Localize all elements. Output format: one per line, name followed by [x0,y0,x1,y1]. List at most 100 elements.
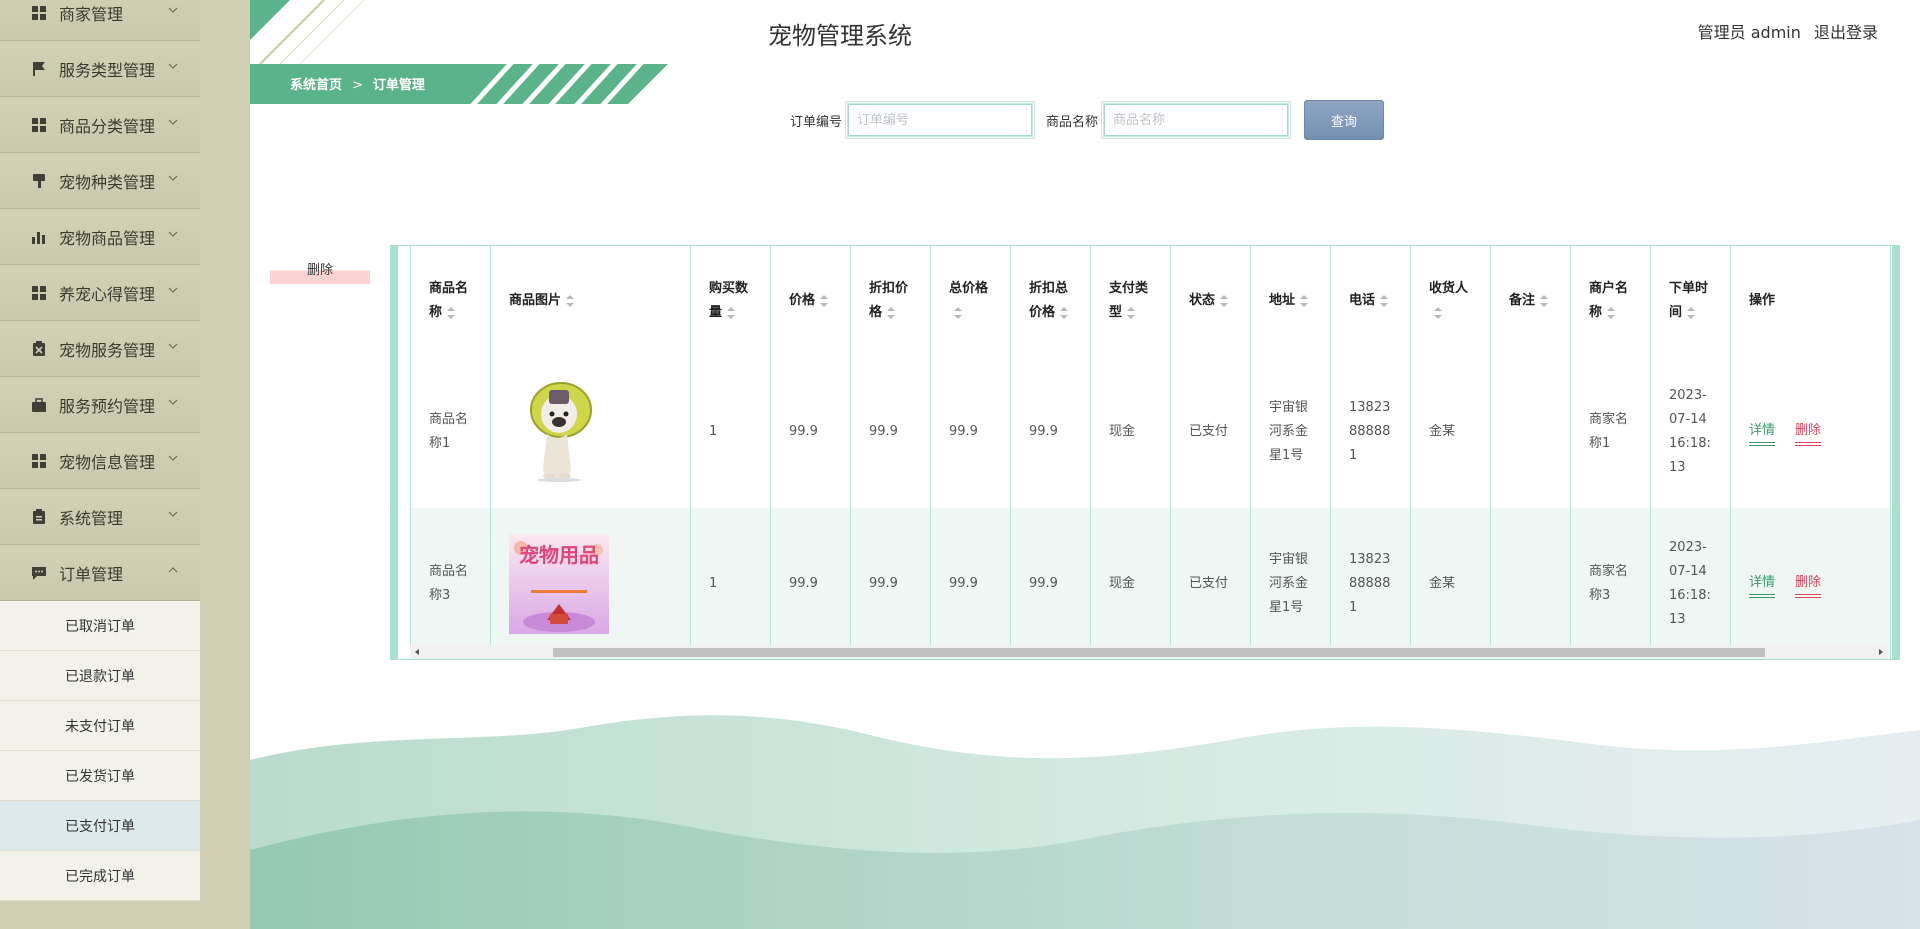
sort-icon[interactable] [953,305,963,321]
background-waves [250,715,1920,929]
grid-icon [32,285,46,300]
sort-icon[interactable] [1299,293,1309,309]
cell-order-time: 2023-07-14 16:18:13 [1650,356,1731,508]
chevron-down-icon [168,455,178,461]
submenu-item[interactable]: 已取消订单 [0,601,200,651]
cell-total: 99.9 [930,356,1011,508]
cell-status: 已支付 [1170,356,1251,508]
sidebar-item[interactable]: 服务类型管理 [0,41,200,97]
column-header-remark[interactable]: 备注 [1490,246,1571,356]
sidebar-item[interactable]: 宠物服务管理 [0,321,200,377]
column-header-discount-price[interactable]: 折扣价格 [850,246,931,356]
column-header-name[interactable]: 商品名称 [410,246,491,356]
detail-link[interactable]: 详情 [1749,574,1776,598]
sort-icon[interactable] [1606,305,1616,321]
cell-image [490,356,691,508]
cell-discount-total: 99.9 [1010,356,1091,508]
header-decoration [250,0,365,64]
sort-icon[interactable] [1219,293,1229,309]
cell-receiver: 金某 [1410,508,1491,659]
scrollbar-thumb[interactable] [553,648,1765,657]
sidebar-item-label: 宠物服务管理 [59,340,156,360]
cell-status: 已支付 [1170,508,1251,659]
submenu-item[interactable]: 已支付订单 [0,801,200,851]
column-header-address[interactable]: 地址 [1250,246,1331,356]
sidebar-item-label: 宠物信息管理 [59,452,156,472]
cell-qty: 1 [690,356,771,508]
table-row: 商品名称3 宠物用品 1 99.9 99.9 99.9 99.9 现金 已支付 宇宙银河系金星1号… [410,508,1891,659]
chevron-down-icon [168,7,178,13]
goods-name-input[interactable] [1101,101,1292,139]
sidebar-item[interactable]: 宠物商品管理 [0,209,200,265]
flag-icon [33,61,45,76]
cell-actions: 详情 删除 [1730,508,1891,659]
query-button[interactable]: 查询 [1304,100,1385,140]
sidebar: 商家管理 服务类型管理商品分类管理宠物种类管理 宠物商品管理 养宠心得管理宠物服务管理… [0,0,200,929]
delete-link[interactable]: 删除 [1795,422,1822,446]
sidebar-item[interactable]: 订单管理 [0,545,200,601]
sidebar-item[interactable]: 养宠心得管理 [0,265,200,321]
column-header-price[interactable]: 价格 [770,246,851,356]
sort-icon[interactable] [1433,305,1443,321]
sidebar-item[interactable]: 系统管理 [0,489,200,545]
column-header-phone[interactable]: 电话 [1330,246,1411,356]
logout-link[interactable]: 退出登录 [1814,23,1878,42]
column-header-image[interactable]: 商品图片 [490,246,691,356]
sidebar-item[interactable]: 商品分类管理 [0,97,200,153]
sidebar-item[interactable]: 宠物信息管理 [0,433,200,489]
column-header-label: 地址 [1269,293,1296,308]
detail-link[interactable]: 详情 [1749,422,1776,446]
submenu-item[interactable]: 未支付订单 [0,701,200,751]
sort-icon[interactable] [886,305,896,321]
sidebar-item[interactable]: 服务预约管理 [0,377,200,433]
column-header-order-time[interactable]: 下单时间 [1650,246,1731,356]
sort-icon[interactable] [819,293,829,309]
chevron-up-icon [168,567,178,573]
scroll-right-arrow-icon[interactable] [1877,648,1885,656]
order-no-label: 订单编号 [790,114,843,130]
delete-link[interactable]: 删除 [1795,574,1822,598]
column-header-pay-type[interactable]: 支付类型 [1090,246,1171,356]
submenu-item[interactable]: 已完成订单 [0,851,200,901]
sort-icon[interactable] [446,305,456,321]
submenu-item[interactable]: 已发货订单 [0,751,200,801]
column-header-qty[interactable]: 购买数量 [690,246,771,356]
column-header-total[interactable]: 总价格 [930,246,1011,356]
scroll-left-arrow-icon[interactable] [413,648,421,656]
sort-icon[interactable] [726,305,736,321]
column-header-label: 商品图片 [509,293,562,308]
cell-receiver: 金某 [1410,356,1491,508]
sort-icon[interactable] [1379,293,1389,309]
clipboard-icon [33,508,45,524]
search-bar: 订单编号 商品名称 查询 [790,100,1385,140]
chevron-down-icon [168,287,178,293]
sidebar-item[interactable]: 宠物种类管理 [0,153,200,209]
column-header-receiver[interactable]: 收货人 [1410,246,1491,356]
sort-icon[interactable] [565,293,575,309]
grid-icon [32,5,46,20]
sidebar-item[interactable]: 商家管理 [0,0,200,41]
sort-icon[interactable] [1539,293,1549,309]
sort-icon[interactable] [1126,305,1136,321]
column-header-status[interactable]: 状态 [1170,246,1251,356]
grid-icon [32,453,46,468]
submenu-item[interactable]: 已退款订单 [0,651,200,701]
chevron-down-icon [168,511,178,517]
order-submenu: 已取消订单 已退款订单 未支付订单 已发货订单 已支付订单 已完成订单 [0,601,200,901]
sort-icon[interactable] [1686,305,1696,321]
column-header-label: 价格 [789,293,816,308]
column-header-merchant[interactable]: 商户名称 [1570,246,1651,356]
horizontal-scrollbar[interactable] [410,645,1888,659]
breadcrumb-home-link[interactable]: 系统首页 [290,78,342,93]
order-no-input[interactable] [845,101,1036,139]
sidebar-item-label: 商品分类管理 [59,116,156,136]
column-header-discount-total[interactable]: 折扣总价格 [1010,246,1091,356]
sort-icon[interactable] [1059,305,1069,321]
cell-merchant: 商家名称3 [1570,508,1651,659]
batch-delete-button[interactable]: 删除 [270,254,370,284]
breadcrumb-separator: > [352,78,363,93]
column-header-label: 总价格 [949,281,989,296]
cell-merchant: 商家名称1 [1570,356,1651,508]
table-header-row: 商品名称 商品图片 购买数量 价格 折扣价格 总价格 折扣总价格 支付类型 状态 地址 电话 收货人备… [410,246,1891,356]
pet-supplies-poster: 宠物用品 [509,534,609,634]
